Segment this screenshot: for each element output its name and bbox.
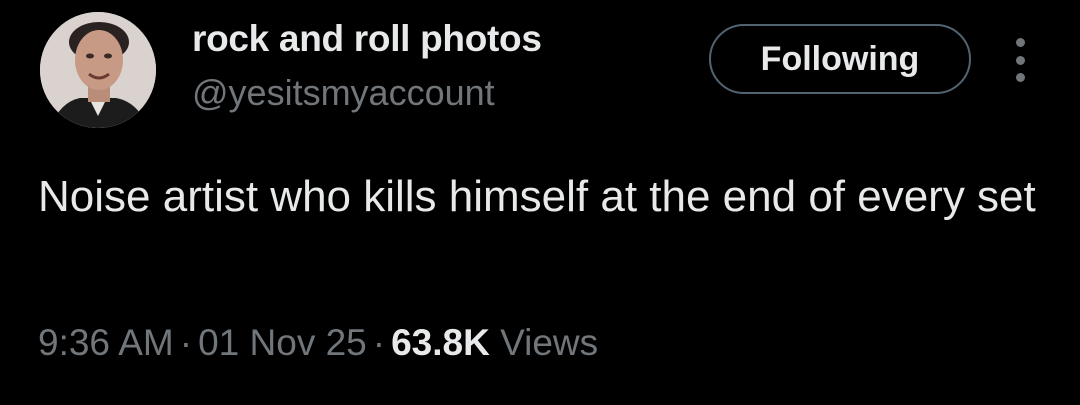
display-name[interactable]: rock and roll photos bbox=[192, 18, 542, 60]
tweet-date[interactable]: 01 Nov 25 bbox=[198, 322, 367, 363]
meta-separator: · bbox=[179, 322, 193, 363]
avatar-image bbox=[40, 12, 156, 128]
more-dot bbox=[1015, 73, 1025, 82]
avatar[interactable] bbox=[40, 12, 156, 128]
more-dot bbox=[1015, 55, 1025, 65]
views-label: Views bbox=[500, 322, 599, 363]
views-count[interactable]: 63.8K bbox=[391, 322, 490, 363]
more-vertical-icon[interactable] bbox=[1000, 38, 1040, 82]
more-dot bbox=[1015, 38, 1025, 47]
meta-separator: · bbox=[372, 322, 386, 363]
tweet-time[interactable]: 9:36 AM bbox=[38, 322, 174, 363]
following-button[interactable]: Following bbox=[709, 24, 971, 94]
tweet-meta: 9:36 AM · 01 Nov 25 · 63.8K Views bbox=[38, 322, 598, 364]
tweet-card: rock and roll photos @yesitsmyaccount Fo… bbox=[0, 0, 1080, 405]
tweet-text: Noise artist who kills himself at the en… bbox=[38, 172, 1036, 221]
user-handle[interactable]: @yesitsmyaccount bbox=[192, 72, 495, 114]
